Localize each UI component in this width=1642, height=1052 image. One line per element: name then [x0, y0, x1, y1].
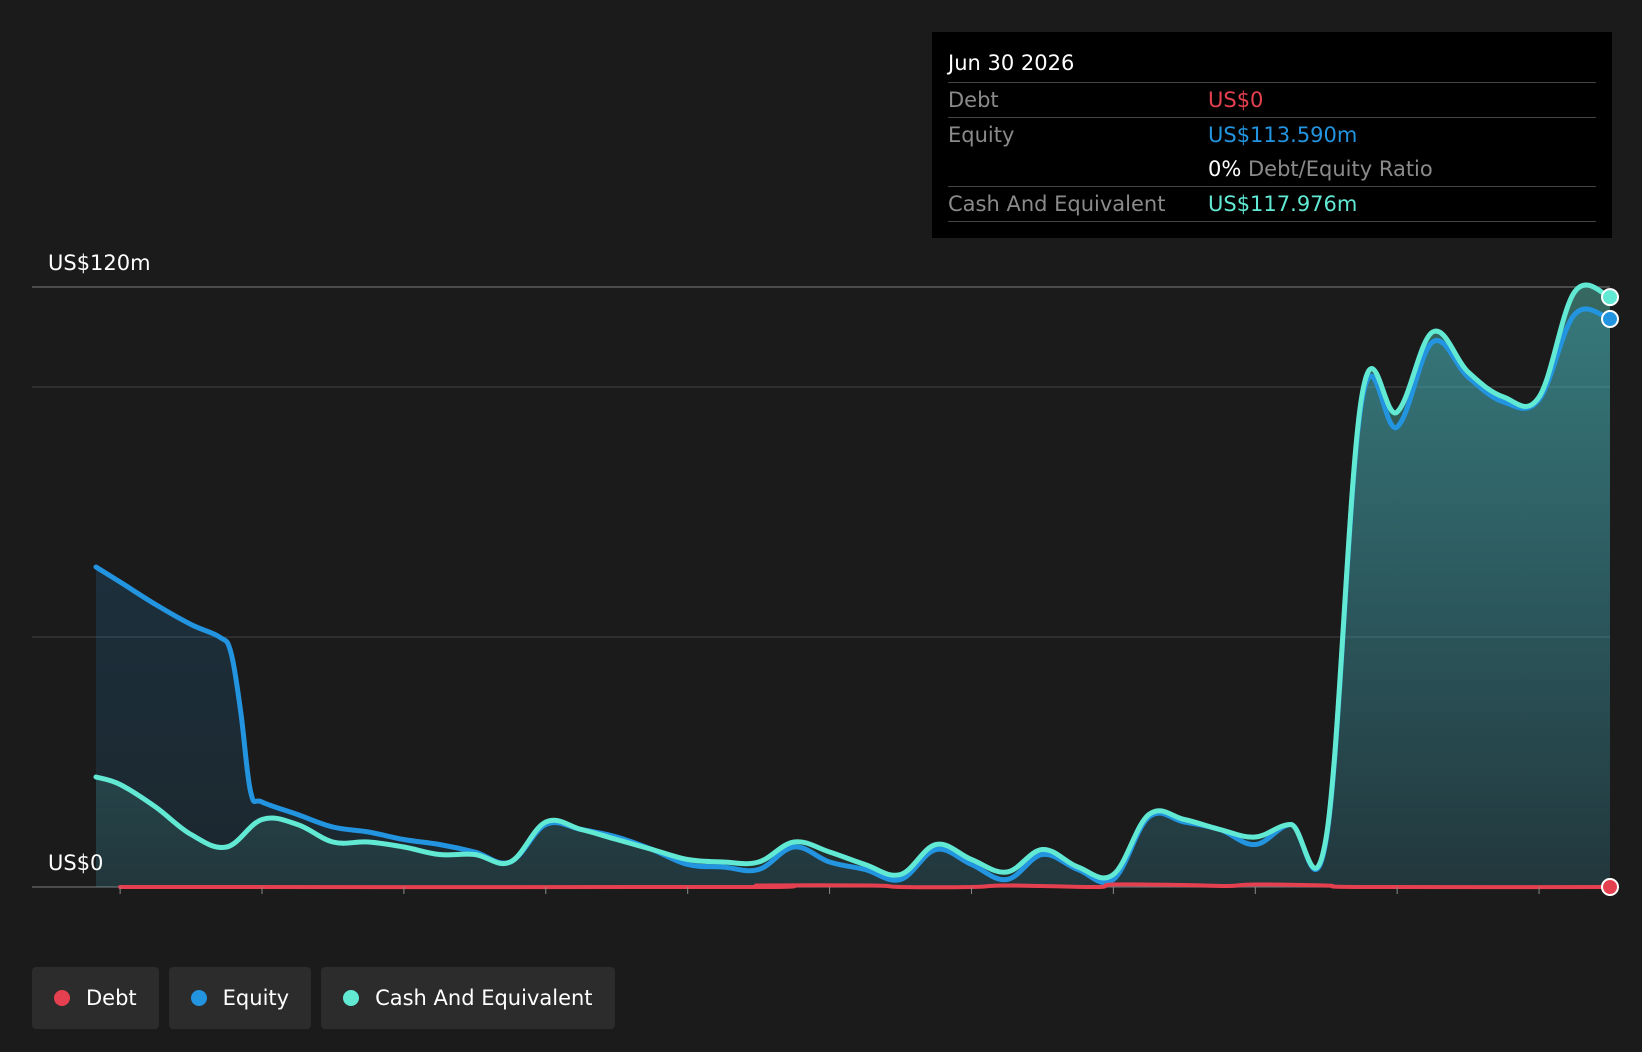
legend-label-debt: Debt: [86, 986, 137, 1010]
tooltip-cash-row: Cash And Equivalent US$117.976m: [948, 187, 1596, 222]
tooltip-equity-row: Equity US$113.590m: [948, 118, 1596, 152]
y-axis-bottom-label: US$0: [48, 851, 103, 875]
legend-label-cash: Cash And Equivalent: [375, 986, 593, 1010]
tooltip-ratio-label: Debt/Equity Ratio: [1248, 157, 1433, 181]
debt-dot-icon: [54, 990, 70, 1006]
legend-item-equity[interactable]: Equity: [168, 967, 312, 1029]
equity-dot-icon: [190, 990, 207, 1006]
legend-label-equity: Equity: [222, 986, 290, 1010]
hover-tooltip: Jun 30 2026 Debt US$0 Equity US$113.590m…: [932, 32, 1612, 238]
tooltip-equity-value: US$113.590m: [1208, 123, 1358, 147]
area-fills: [96, 284, 1610, 887]
legend-item-debt[interactable]: Debt: [32, 967, 159, 1029]
cash-and-equivalent-end-marker: [1601, 288, 1619, 307]
cash-and-equivalent-area: [96, 284, 1610, 887]
tooltip-cash-label: Cash And Equivalent: [948, 192, 1166, 216]
legend-item-cash[interactable]: Cash And Equivalent: [321, 967, 615, 1029]
tooltip-date: Jun 30 2026: [948, 48, 1596, 83]
y-axis-top-label: US$120m: [48, 251, 151, 275]
tooltip-ratio-spacer: [948, 152, 1208, 186]
tooltip-debt-value: US$0: [1208, 88, 1264, 112]
tooltip-ratio-value: 0%: [1208, 157, 1242, 181]
tooltip-cash-value: US$117.976m: [1208, 192, 1358, 216]
debt-end-marker: [1601, 878, 1619, 896]
equity-end-marker: [1601, 310, 1619, 329]
tooltip-debt-row: Debt US$0: [948, 83, 1596, 118]
tooltip-equity-label: Equity: [948, 123, 1015, 147]
tooltip-ratio-row: 0% Debt/Equity Ratio: [948, 152, 1596, 187]
cash-dot-icon: [343, 990, 360, 1006]
tooltip-debt-label: Debt: [948, 88, 999, 112]
chart-legend: Debt Equity Cash And Equivalent: [32, 967, 615, 1029]
